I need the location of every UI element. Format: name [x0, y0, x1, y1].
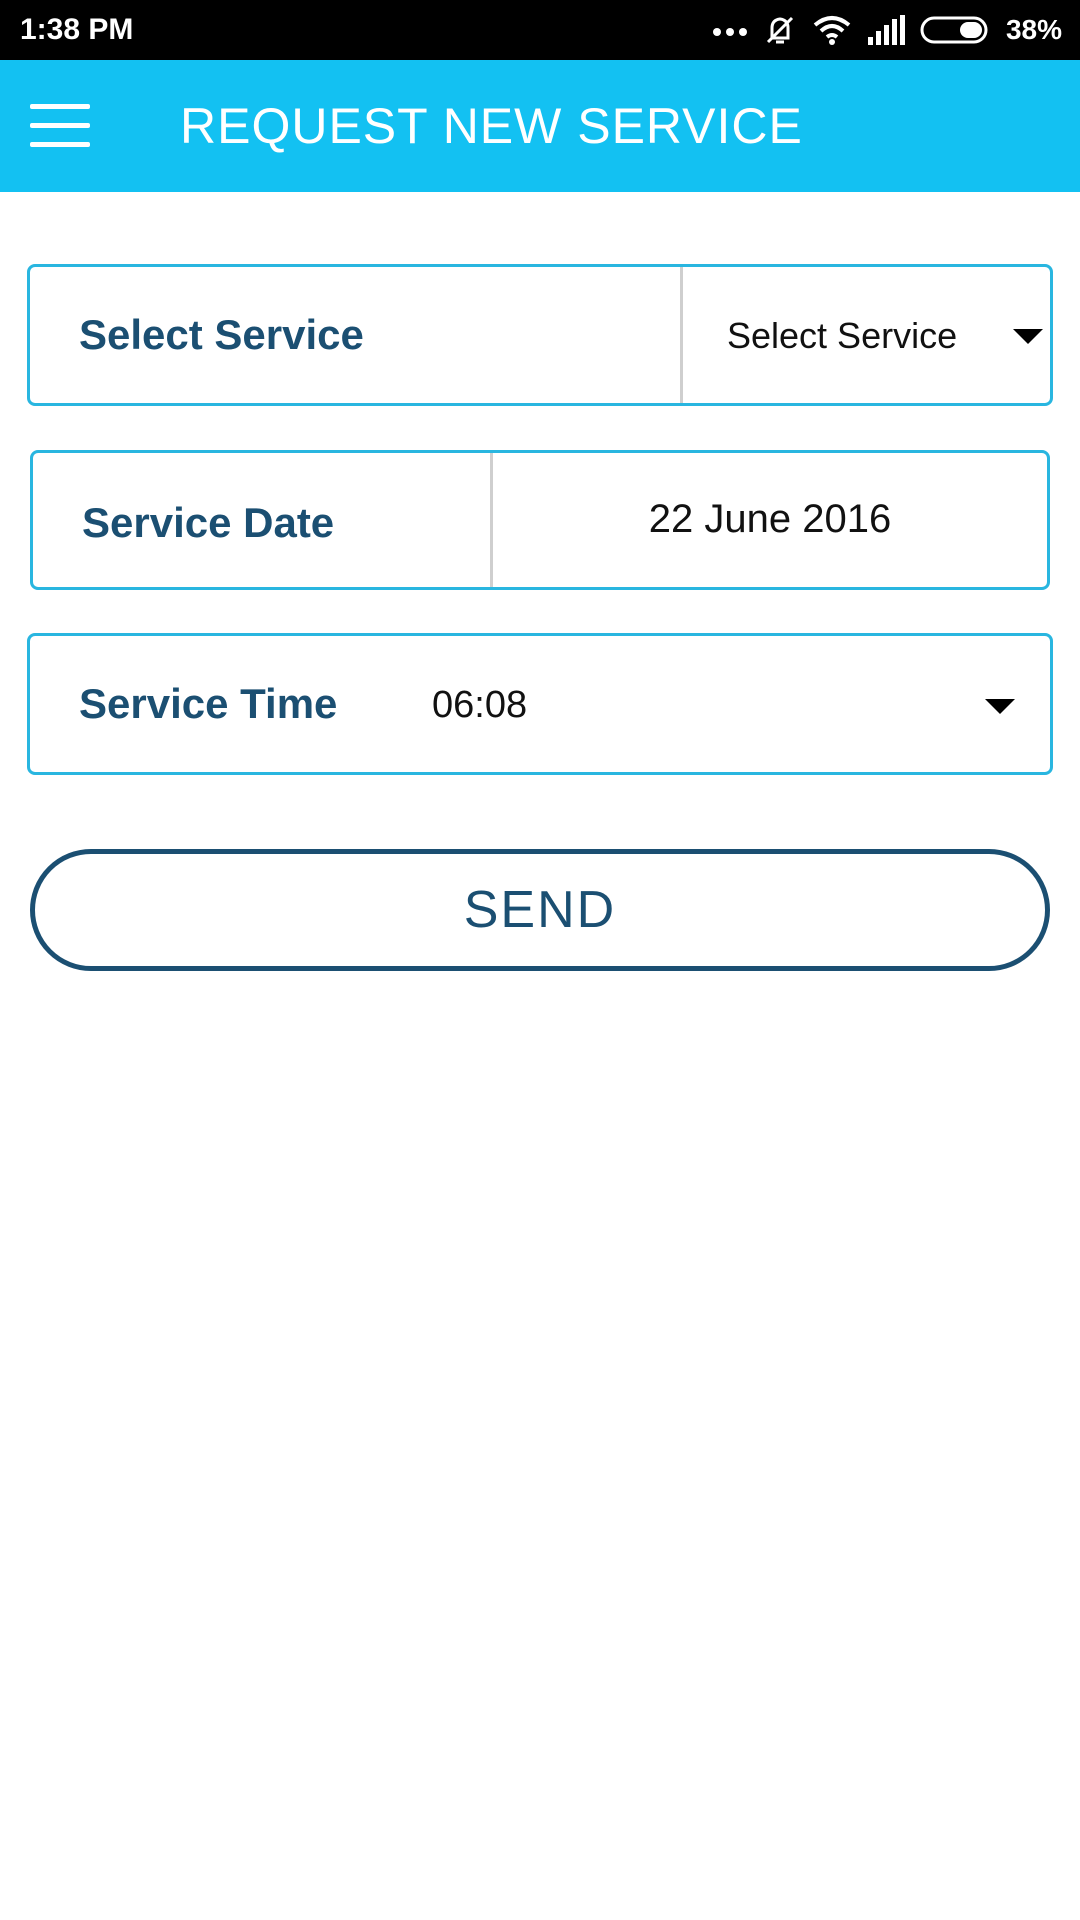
- chevron-down-icon: [1013, 329, 1043, 344]
- date-field[interactable]: 22 June 2016: [493, 453, 1047, 587]
- date-label: Service Date: [82, 499, 335, 546]
- hamburger-menu-icon[interactable]: [30, 102, 90, 150]
- service-label: Select Service: [79, 311, 364, 358]
- wifi-icon: [813, 16, 851, 45]
- time-value: 06:08: [432, 684, 528, 726]
- date-value: 22 June 2016: [648, 497, 892, 541]
- signal-icon: [867, 15, 905, 45]
- time-row[interactable]: Service Time 06:08: [27, 633, 1053, 775]
- time-label: Service Time: [79, 680, 338, 727]
- service-row: Select Service Select Service: [27, 264, 1053, 406]
- status-time: 1:38 PM: [20, 13, 134, 46]
- send-button[interactable]: SEND: [30, 849, 1050, 971]
- more-dots-icon: [712, 28, 747, 36]
- status-icons: 38%: [712, 0, 1062, 60]
- status-bar: 1:38 PM 38%: [0, 0, 1080, 60]
- page-title: REQUEST NEW SERVICE: [180, 98, 803, 154]
- service-dropdown[interactable]: Select Service: [683, 267, 1050, 403]
- mute-icon: [766, 16, 794, 44]
- service-dropdown-value: Select Service: [727, 315, 958, 356]
- battery-icon: [920, 16, 988, 44]
- chevron-down-icon: [985, 699, 1015, 714]
- battery-percent: 38%: [1005, 14, 1062, 45]
- app-bar: REQUEST NEW SERVICE: [0, 60, 1080, 192]
- date-row: Service Date 22 June 2016: [30, 450, 1050, 590]
